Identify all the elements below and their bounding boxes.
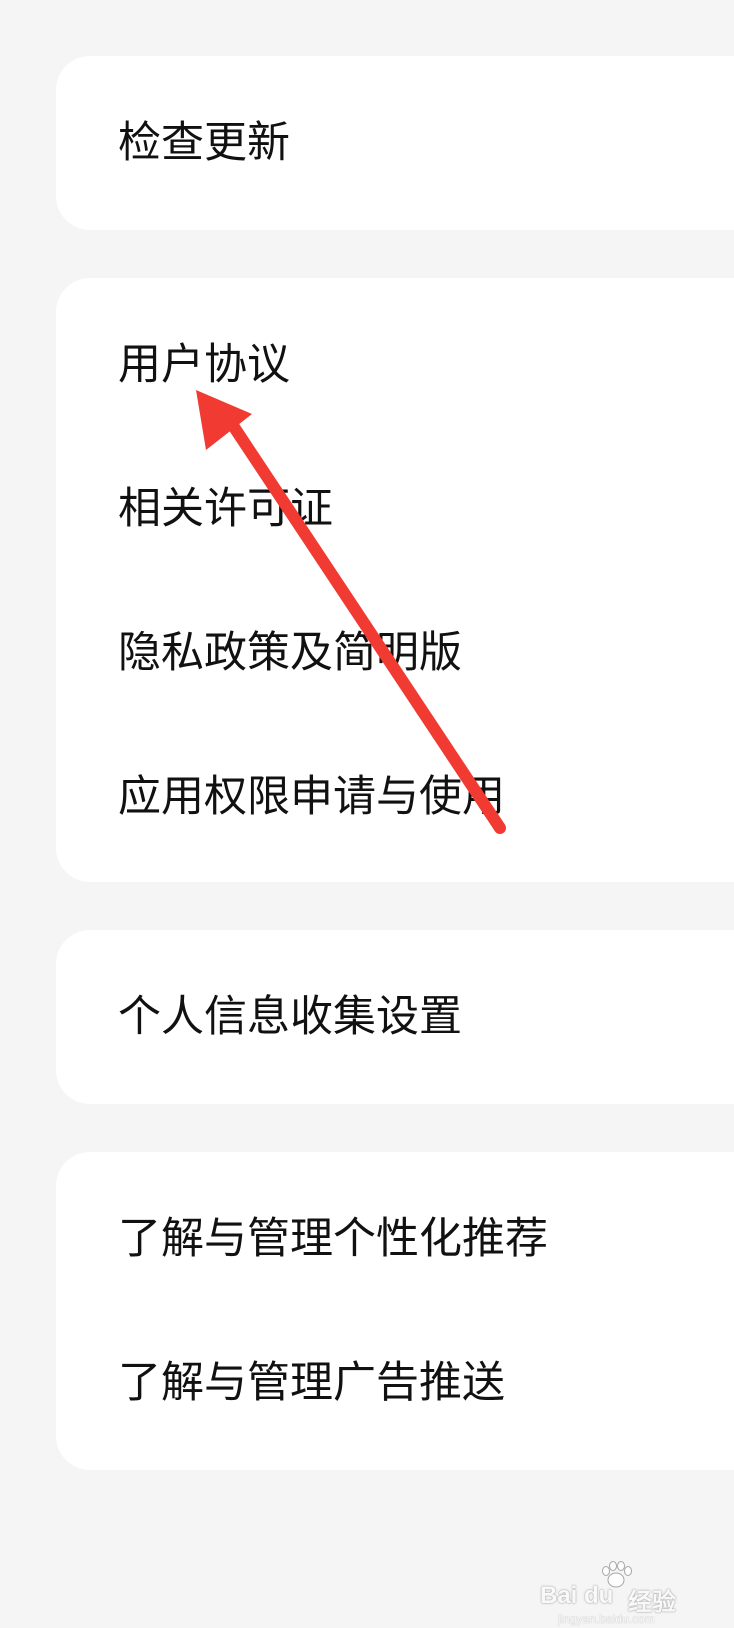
settings-group-legal: 用户协议 相关许可证 隐私政策及简明版 应用权限申请与使用 — [56, 278, 734, 882]
personalized-recommendation-item[interactable]: 了解与管理个性化推荐 — [118, 1218, 548, 1261]
ad-push-label: 了解与管理广告推送 — [118, 1358, 505, 1408]
privacy-policy-label: 隐私政策及简明版 — [118, 628, 462, 678]
app-permissions-item[interactable]: 应用权限申请与使用 — [118, 776, 505, 819]
settings-group-info: 个人信息收集设置 — [56, 930, 734, 1104]
app-permissions-label: 应用权限申请与使用 — [118, 772, 505, 822]
licenses-label: 相关许可证 — [118, 484, 333, 534]
baidu-jingyan-watermark: Bai du 经验 jingyan.baidu.com — [540, 1561, 690, 1628]
settings-group-update: 检查更新 — [56, 56, 734, 230]
personal-info-collection-label: 个人信息收集设置 — [118, 992, 462, 1042]
personalized-recommendation-label: 了解与管理个性化推荐 — [118, 1214, 548, 1264]
watermark-url: jingyan.baidu.com — [558, 1612, 655, 1626]
ad-push-item[interactable]: 了解与管理广告推送 — [118, 1362, 505, 1405]
licenses-item[interactable]: 相关许可证 — [118, 488, 333, 531]
settings-group-recommend: 了解与管理个性化推荐 了解与管理广告推送 — [56, 1152, 734, 1470]
personal-info-collection-item[interactable]: 个人信息收集设置 — [118, 996, 462, 1039]
check-update-item[interactable]: 检查更新 — [118, 122, 290, 165]
privacy-policy-item[interactable]: 隐私政策及简明版 — [118, 632, 462, 675]
user-agreement-label: 用户协议 — [118, 340, 290, 390]
check-update-label: 检查更新 — [118, 118, 290, 168]
user-agreement-item[interactable]: 用户协议 — [118, 344, 290, 387]
watermark-brand: Bai du — [540, 1582, 614, 1609]
